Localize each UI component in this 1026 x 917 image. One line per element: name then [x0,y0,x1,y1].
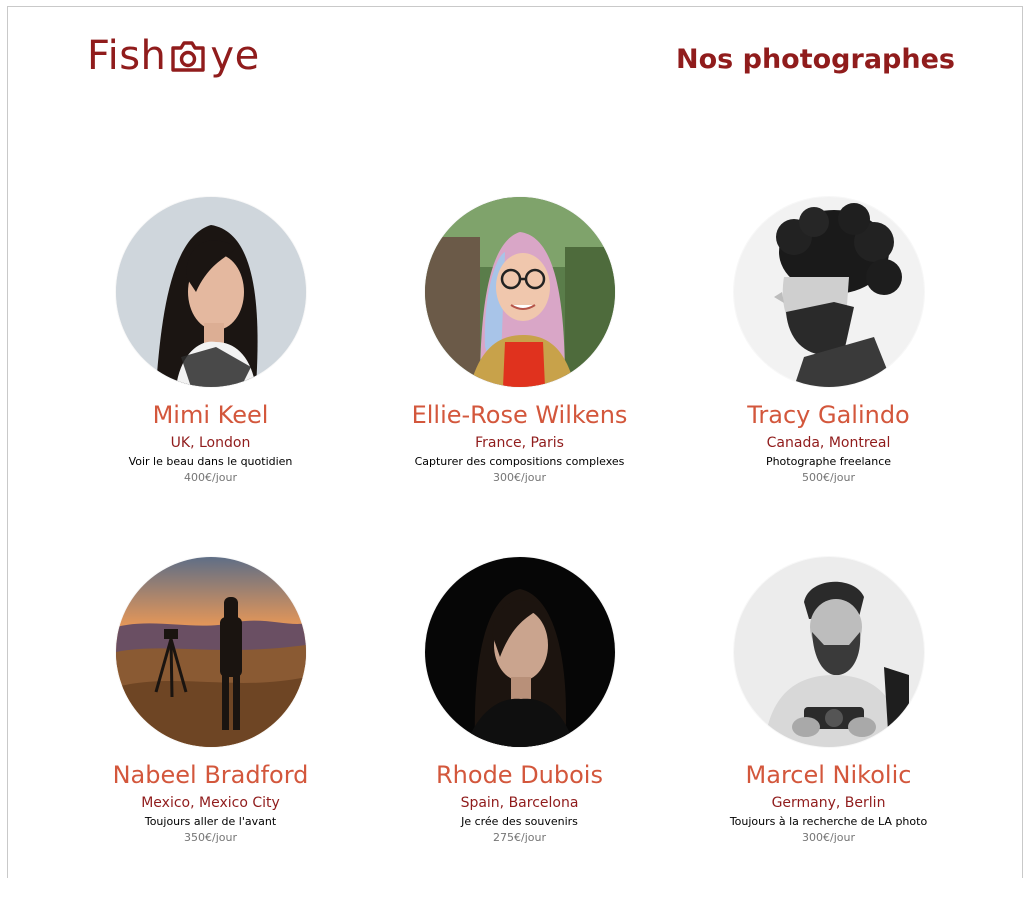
photographer-tagline: Photographe freelance [765,455,892,468]
photographer-location: Canada, Montreal [766,435,891,451]
photographer-name: Marcel Nikolic [745,761,912,789]
portrait-man-curly-hair-icon [733,197,924,387]
portrait-man-camera-icon [733,557,924,747]
photographer-card-mimi-keel[interactable]: Mimi Keel UK, London Voir le beau dans l… [56,197,365,557]
photographer-location: Germany, Berlin [771,795,886,811]
photographer-tagline: Capturer des compositions complexes [414,455,625,468]
page-title: Nos photographes [676,44,955,75]
photographers-grid: Mimi Keel UK, London Voir le beau dans l… [56,197,983,917]
photographer-card-ellie-rose-wilkens[interactable]: Ellie-Rose Wilkens France, Paris Capture… [365,197,674,557]
photographer-name: Rhode Dubois [436,761,603,789]
photographer-tagline: Toujours à la recherche de LA photo [729,815,928,828]
photographer-tagline: Je crée des souvenirs [461,815,578,828]
portrait-woman-dark-background-icon [424,557,615,747]
photographer-tagline: Toujours aller de l'avant [144,815,277,828]
photographer-price: 275€/jour [493,831,546,844]
photographer-location: Spain, Barcelona [460,795,579,811]
site-header: Fish ye Nos photographes [0,0,1026,110]
portrait-sunset-landscape-icon [115,557,306,747]
photographer-card-rhode-dubois[interactable]: Rhode Dubois Spain, Barcelona Je crée de… [365,557,674,917]
photographer-name: Ellie-Rose Wilkens [411,401,628,429]
fisheye-logo[interactable]: Fish ye [87,30,260,82]
photographer-price: 300€/jour [493,471,546,484]
photographer-price: 300€/jour [802,831,855,844]
portrait-woman-glasses-icon [424,197,615,387]
logo-text-ye: ye [210,33,260,79]
photographer-name: Nabeel Bradford [112,761,309,789]
photographer-card-tracy-galindo[interactable]: Tracy Galindo Canada, Montreal Photograp… [674,197,983,557]
photographer-location: Mexico, Mexico City [141,795,280,811]
photographer-price: 500€/jour [802,471,855,484]
portrait-woman-dark-hair-icon [115,197,306,387]
photographer-name: Mimi Keel [152,401,269,429]
photographer-price: 400€/jour [184,471,237,484]
photographer-tagline: Voir le beau dans le quotidien [128,455,293,468]
camera-icon [168,36,208,76]
logo-text-fish: Fish [87,33,167,79]
photographer-location: UK, London [170,435,251,451]
photographer-price: 350€/jour [184,831,237,844]
photographer-location: France, Paris [475,435,564,451]
photographer-card-nabeel-bradford[interactable]: Nabeel Bradford Mexico, Mexico City Touj… [56,557,365,917]
photographer-name: Tracy Galindo [747,401,910,429]
photographer-card-marcel-nikolic[interactable]: Marcel Nikolic Germany, Berlin Toujours … [674,557,983,917]
